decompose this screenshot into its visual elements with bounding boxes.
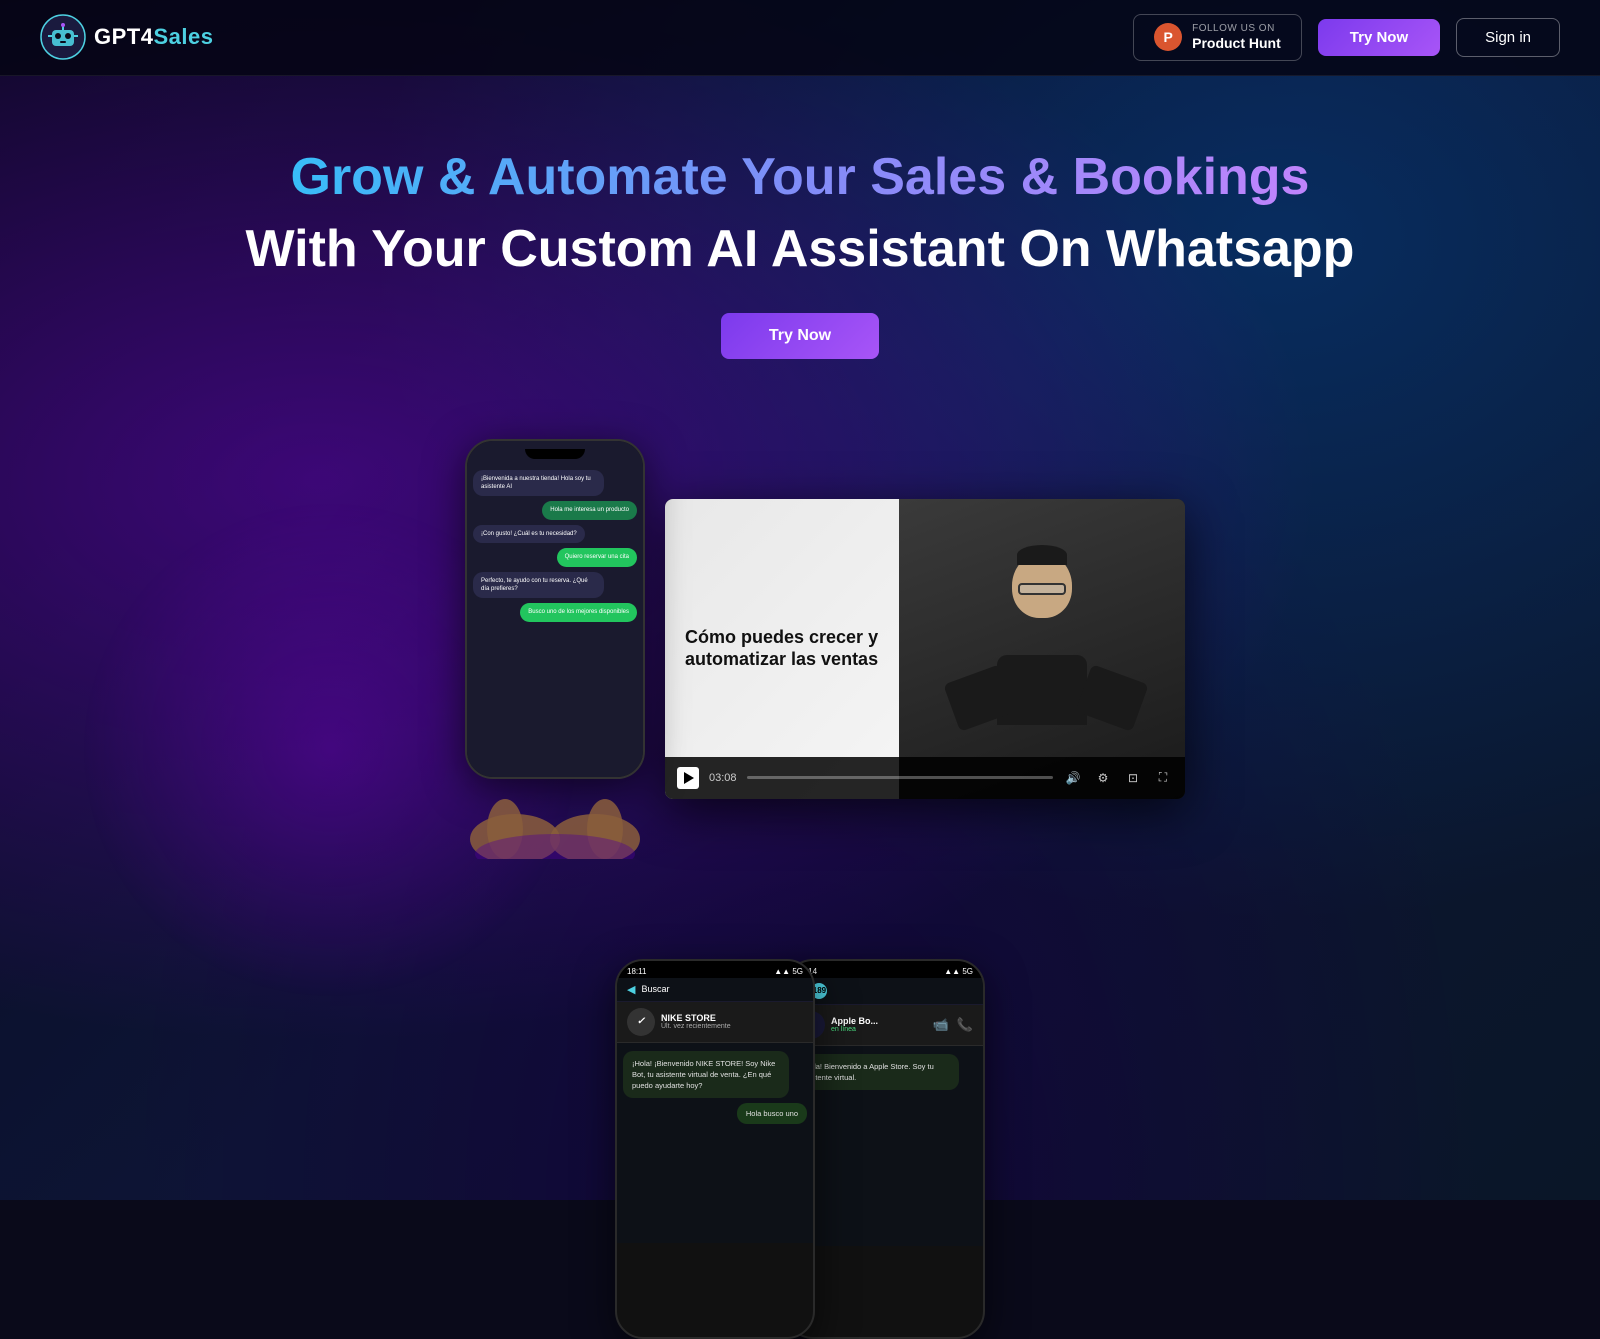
person-silhouette — [899, 499, 1185, 799]
fullscreen-icon[interactable]: ⛶ — [1153, 768, 1173, 788]
store-info-2: Apple Bo... en línea — [831, 1016, 927, 1033]
chat-bubble: ¡Con gusto! ¿Cuál es tu necesidad? — [473, 525, 585, 543]
phone-call-icon[interactable]: 📞 — [957, 1017, 973, 1033]
store-info: NIKE STORE Últ. vez recientemente — [661, 1013, 803, 1030]
signal-display-2: ▲▲ 5G — [944, 967, 973, 976]
chat-area: ¡Hola! ¡Bienvenido NIKE STORE! Soy Nike … — [617, 1043, 813, 1243]
phone-header: ✓ NIKE STORE Últ. vez recientemente — [617, 1002, 813, 1043]
chat-bubble: Perfecto, te ayudo con tu reserva. ¿Qué … — [473, 572, 604, 599]
video-time: 03:08 — [709, 772, 737, 784]
phone-header-2: Apple Bo... en línea 📹 📞 — [787, 1005, 983, 1046]
robot-logo-icon — [40, 14, 86, 60]
apple-welcome: ¡Hola! Bienvenido a Apple Store. Soy tu … — [793, 1054, 959, 1091]
volume-icon[interactable]: 🔊 — [1063, 768, 1083, 788]
video-call-icon[interactable]: 📹 — [933, 1017, 949, 1033]
person-body — [997, 655, 1087, 725]
video-right-panel — [899, 499, 1185, 799]
logo-text: GPT4Sales — [94, 24, 213, 50]
hero-title: Grow & Automate Your Sales & Bookings — [40, 146, 1560, 208]
time-display: 18:11 — [627, 967, 646, 976]
sign-in-button[interactable]: Sign in — [1456, 18, 1560, 57]
pip-icon[interactable]: ⊡ — [1123, 768, 1143, 788]
bottom-phone-apple: 18:14 ▲▲ 5G ◀ 189 Apple Bo... en línea 📹… — [785, 959, 985, 1339]
hero-subtitle-white: With Your Custom AI Assistant On — [246, 220, 1106, 278]
demo-section: ¡Bienvenida a nuestra tienda! Hola soy t… — [0, 439, 1600, 859]
person-head — [1012, 553, 1072, 618]
back-bar-2: ◀ 189 — [787, 978, 983, 1005]
nike-logo-icon: ✓ — [637, 1016, 645, 1027]
chat-bubble: Hola me interesa un producto — [542, 501, 637, 519]
phone-hands-area: ¡Bienvenida a nuestra tienda! Hola soy t… — [415, 439, 695, 859]
follow-label: FOLLOW US ON — [1192, 23, 1281, 35]
back-bar: ◀ Buscar — [617, 978, 813, 1002]
store-name: NIKE STORE — [661, 1013, 803, 1023]
video-title: Cómo puedes crecer y automatizar las ven… — [685, 627, 879, 670]
video-thumbnail: Cómo puedes crecer y automatizar las ven… — [665, 499, 1185, 799]
try-now-nav-button[interactable]: Try Now — [1318, 19, 1440, 56]
product-hunt-link[interactable]: P FOLLOW US ON Product Hunt — [1133, 14, 1302, 61]
phone-screen: ¡Bienvenida a nuestra tienda! Hola soy t… — [467, 441, 643, 777]
signal-display: ▲▲ 5G — [774, 967, 803, 976]
user-reply: Hola busco uno — [737, 1103, 807, 1124]
call-icons: 📹 📞 — [933, 1017, 973, 1033]
bottom-phone-nike: 18:11 ▲▲ 5G ◀ Buscar ✓ NIKE STORE Últ. v… — [615, 959, 815, 1339]
chat-bubble: Quiero reservar una cita — [557, 548, 637, 566]
store-name-2: Apple Bo... — [831, 1016, 927, 1026]
try-now-hero-button[interactable]: Try Now — [721, 313, 879, 359]
product-hunt-name: Product Hunt — [1192, 35, 1281, 52]
status-bar: 18:11 ▲▲ 5G — [617, 961, 813, 978]
hero-whatsapp-text: Whatsapp — [1106, 220, 1354, 278]
chat-bubble: Busco uno de los mejores disponibles — [520, 603, 637, 621]
store-avatar: ✓ — [627, 1008, 655, 1036]
navigation: GPT4Sales P FOLLOW US ON Product Hunt Tr… — [0, 0, 1600, 76]
phone-mockup: ¡Bienvenida a nuestra tienda! Hola soy t… — [415, 439, 695, 859]
search-label: Buscar — [641, 984, 669, 994]
hero-section: Grow & Automate Your Sales & Bookings Wi… — [0, 76, 1600, 459]
video-player[interactable]: Cómo puedes crecer y automatizar las ven… — [665, 499, 1185, 799]
chat-area-2: ¡Hola! Bienvenido a Apple Store. Soy tu … — [787, 1046, 983, 1246]
welcome-message: ¡Hola! ¡Bienvenido NIKE STORE! Soy Nike … — [623, 1051, 789, 1099]
phone-notch — [525, 449, 585, 459]
hero-subtitle: With Your Custom AI Assistant On Whatsap… — [40, 218, 1560, 280]
back-icon[interactable]: ◀ — [627, 983, 635, 996]
bottom-phones-section: 18:11 ▲▲ 5G ◀ Buscar ✓ NIKE STORE Últ. v… — [0, 859, 1600, 1339]
hands-icon — [445, 739, 665, 859]
phone-body: ¡Bienvenida a nuestra tienda! Hola soy t… — [465, 439, 645, 779]
hero-title-gradient: Grow & Automate Your Sales & Bookings — [291, 148, 1310, 206]
video-controls: 03:08 🔊 ⚙ ⊡ ⛶ — [665, 757, 1185, 799]
status-bar-2: 18:14 ▲▲ 5G — [787, 961, 983, 978]
store-status: Últ. vez recientemente — [661, 1023, 803, 1030]
nav-actions: P FOLLOW US ON Product Hunt Try Now Sign… — [1133, 14, 1560, 61]
store-status-2: en línea — [831, 1026, 927, 1033]
settings-icon[interactable]: ⚙ — [1093, 768, 1113, 788]
video-left-panel: Cómo puedes crecer y automatizar las ven… — [665, 499, 899, 799]
logo: GPT4Sales — [40, 14, 213, 60]
chat-bubble: ¡Bienvenida a nuestra tienda! Hola soy t… — [473, 470, 604, 497]
progress-bar[interactable] — [747, 776, 1053, 779]
product-hunt-icon: P — [1154, 23, 1182, 51]
